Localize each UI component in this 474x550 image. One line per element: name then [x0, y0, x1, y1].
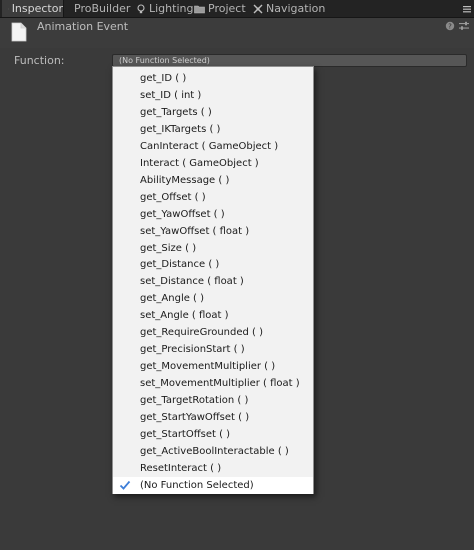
tab-project[interactable]: Project [194, 0, 246, 17]
menu-item-label: get_ActiveBoolInteractable ( ) [140, 445, 289, 457]
tab-inspector[interactable]: Inspector [2, 0, 64, 17]
menu-item-label: get_PrecisionStart ( ) [140, 344, 245, 356]
menu-item-label: get_StartOffset ( ) [140, 428, 231, 440]
menu-item-label: get_Angle ( ) [140, 293, 205, 305]
menu-item-label: set_ID ( int ) [140, 89, 202, 101]
menu-item-label: Interact ( GameObject ) [140, 157, 259, 169]
document-icon [11, 22, 27, 42]
menu-item[interactable]: get_RequireGrounded ( ) [113, 324, 313, 341]
menu-item-label: set_YawOffset ( float ) [140, 225, 250, 237]
menu-item[interactable]: CanInteract ( GameObject ) [113, 138, 313, 155]
tab-navigation-label: Navigation [266, 2, 326, 15]
tab-lighting[interactable]: Lighting [136, 0, 193, 17]
menu-item-label: get_YawOffset ( ) [140, 208, 225, 220]
menu-item[interactable]: set_ID ( int ) [113, 87, 313, 104]
tab-project-label: Project [208, 2, 246, 15]
menu-item[interactable]: get_StartYawOffset ( ) [113, 409, 313, 426]
menu-item[interactable]: get_IKTargets ( ) [113, 121, 313, 138]
menu-item-label: get_TargetRotation ( ) [140, 395, 249, 407]
menu-item-label: set_Distance ( float ) [140, 276, 244, 288]
menu-item-label: get_StartYawOffset ( ) [140, 412, 250, 423]
checkmark-icon [119, 480, 131, 490]
settings-sliders-icon[interactable] [459, 21, 469, 31]
folder-icon [194, 5, 205, 13]
menu-item[interactable]: get_ActiveBoolInteractable ( ) [113, 443, 313, 460]
menu-item-label: get_Offset ( ) [140, 191, 206, 203]
navigation-icon [253, 4, 263, 13]
menu-item[interactable]: get_MovementMultiplier ( ) [113, 358, 313, 375]
tab-probuilder-label: ProBuilder [74, 2, 131, 15]
menu-item-label: get_ID ( ) [140, 73, 187, 84]
menu-item[interactable]: set_MovementMultiplier ( float ) [113, 375, 313, 392]
menu-item[interactable]: get_Offset ( ) [113, 189, 313, 206]
menu-item[interactable]: AbilityMessage ( ) [113, 172, 313, 189]
function-menu: get_ID ( ) set_ID ( int ) get_Targets ( ) g… [112, 66, 314, 494]
function-label: Function: [14, 54, 65, 67]
svg-text:?: ? [448, 23, 452, 31]
menu-item[interactable]: get_YawOffset ( ) [113, 206, 313, 223]
menu-item-label: CanInteract ( GameObject ) [140, 140, 279, 152]
info-icon [8, 8, 9, 9]
menu-item-label: set_Angle ( float ) [140, 310, 229, 322]
tab-inspector-label: Inspector [11, 2, 63, 15]
menu-item[interactable]: get_Targets ( ) [113, 104, 313, 121]
menu-item-label: get_RequireGrounded ( ) [140, 327, 264, 339]
menu-item[interactable]: ResetInteract ( ) [113, 460, 313, 477]
lightbulb-icon [137, 3, 145, 13]
tab-probuilder[interactable]: ProBuilder [74, 0, 130, 17]
menu-item[interactable]: get_Distance ( ) [113, 256, 313, 273]
menu-icon [463, 5, 471, 12]
menu-item-label: get_Size ( ) [140, 242, 197, 254]
menu-item[interactable]: set_YawOffset ( float ) [113, 223, 313, 240]
menu-item[interactable]: set_Distance ( float ) [113, 273, 313, 290]
menu-item[interactable]: Interact ( GameObject ) [113, 155, 313, 172]
menu-item[interactable]: set_Angle ( float ) [113, 307, 313, 324]
menu-item-label: ResetInteract ( ) [140, 462, 222, 474]
tab-navigation[interactable]: Navigation [253, 0, 325, 17]
menu-item-label: AbilityMessage ( ) [140, 174, 230, 186]
menu-item[interactable]: get_Angle ( ) [113, 290, 313, 307]
menu-item[interactable]: get_PrecisionStart ( ) [113, 341, 313, 358]
menu-item-label: (No Function Selected) [140, 479, 254, 491]
inspector-title: Animation Event [37, 20, 129, 33]
tab-menu-button[interactable] [460, 0, 474, 17]
tab-lighting-label: Lighting [149, 2, 194, 15]
header-actions: ? [445, 21, 469, 31]
menu-item-label: get_MovementMultiplier ( ) [140, 361, 276, 373]
help-icon[interactable]: ? [445, 21, 455, 31]
menu-item[interactable]: get_ID ( ) [113, 70, 313, 87]
menu-item[interactable]: (No Function Selected) [113, 476, 313, 494]
menu-item[interactable]: get_TargetRotation ( ) [113, 392, 313, 409]
menu-item-label: get_Targets ( ) [140, 106, 212, 118]
menu-item[interactable]: get_StartOffset ( ) [113, 426, 313, 443]
window-tab-bar: Inspector ProBuilder Lighting Project Na… [0, 0, 474, 18]
menu-item-label: get_Distance ( ) [140, 259, 220, 271]
inspector-header: Animation Event ? [0, 18, 474, 48]
menu-item[interactable]: get_Size ( ) [113, 240, 313, 257]
menu-item-label: get_IKTargets ( ) [140, 123, 221, 135]
menu-item-label: set_MovementMultiplier ( float ) [140, 378, 300, 390]
